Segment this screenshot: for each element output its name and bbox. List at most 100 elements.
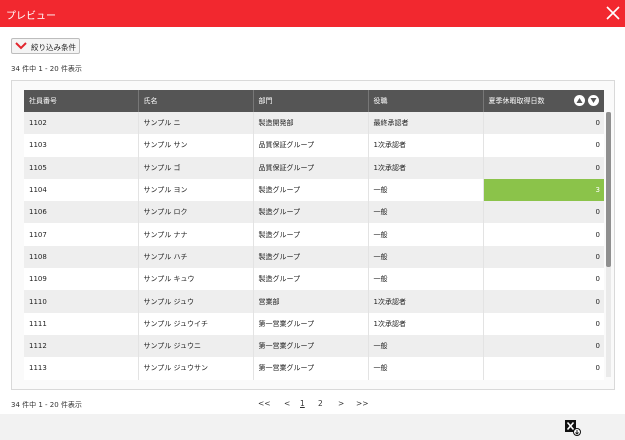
cell-name: サンプル ナナ <box>138 223 254 246</box>
table-row[interactable]: 1112 サンプル ジュウニ 第一営業グループ 一般 0 <box>24 334 604 358</box>
cell-employee-id: 1104 <box>24 178 139 202</box>
column-header-position[interactable]: 役職 <box>368 90 484 112</box>
cell-employee-id: 1113 <box>24 357 139 380</box>
cell-position: 一般 <box>368 245 484 269</box>
table-row[interactable]: 1106 サンプル ロク 製造グループ 一般 0 <box>24 201 604 224</box>
cell-position: 最終承認者 <box>368 112 484 135</box>
cell-department: 製造グループ <box>253 223 369 246</box>
cell-position: 一般 <box>368 357 484 380</box>
cell-position: 1次承認者 <box>368 156 484 179</box>
cell-employee-id: 1108 <box>24 245 139 269</box>
filter-conditions-button[interactable]: 絞り込み条件 <box>11 38 80 54</box>
cell-summer-leave-days: 0 <box>483 268 604 291</box>
table-row[interactable]: 1113 サンプル ジュウサン 第一営業グループ 一般 0 <box>24 357 604 380</box>
excel-export-icon[interactable] <box>565 420 581 436</box>
cell-position: 一般 <box>368 223 484 246</box>
table-row[interactable]: 1108 サンプル ハチ 製造グループ 一般 0 <box>24 245 604 269</box>
cell-summer-leave-days: 0 <box>483 201 604 224</box>
cell-summer-leave-days: 0 <box>483 223 604 246</box>
cell-department: 第一営業グループ <box>253 312 369 335</box>
cell-department: 製造グループ <box>253 245 369 269</box>
cell-name: サンプル サン <box>138 134 254 157</box>
cell-name: サンプル ハチ <box>138 245 254 269</box>
cell-employee-id: 1106 <box>24 201 139 224</box>
cell-name: サンプル ジュウサン <box>138 357 254 380</box>
table-scrollbar[interactable] <box>606 112 611 377</box>
pager-next[interactable]: > <box>338 399 344 408</box>
cell-employee-id: 1107 <box>24 223 139 246</box>
sort-ascending-icon[interactable] <box>574 95 585 106</box>
cell-department: 品質保証グループ <box>253 156 369 179</box>
result-count-bottom: 34 件中 1 - 20 件表示 <box>11 401 82 409</box>
cell-summer-leave-days: 0 <box>483 245 604 269</box>
pager-first[interactable]: << <box>258 399 271 408</box>
cell-name: サンプル ヨン <box>138 178 254 202</box>
cell-department: 製造グループ <box>253 201 369 224</box>
title-bar: プレビュー <box>0 0 625 27</box>
column-header-department[interactable]: 部門 <box>253 90 369 112</box>
dialog-footer <box>0 414 625 440</box>
cell-summer-leave-days: 0 <box>483 134 604 157</box>
cell-employee-id: 1112 <box>24 334 139 358</box>
cell-position: 一般 <box>368 268 484 291</box>
pager-page-2[interactable]: 2 <box>318 399 323 408</box>
cell-employee-id: 1109 <box>24 268 139 291</box>
cell-name: サンプル ゴ <box>138 156 254 179</box>
cell-summer-leave-days: 0 <box>483 290 604 313</box>
table-row[interactable]: 1107 サンプル ナナ 製造グループ 一般 0 <box>24 223 604 246</box>
cell-department: 製造グループ <box>253 268 369 291</box>
result-count-top: 34 件中 1 - 20 件表示 <box>11 65 82 73</box>
cell-employee-id: 1110 <box>24 290 139 313</box>
cell-position: 一般 <box>368 178 484 202</box>
cell-name: サンプル キュウ <box>138 268 254 291</box>
table-header-row: 社員番号 氏名 部門 役職 夏季休暇取得日数 <box>24 90 604 112</box>
table-row[interactable]: 1111 サンプル ジュウイチ 第一営業グループ 1次承認者 0 <box>24 312 604 335</box>
column-header-summer-leave-days-label: 夏季休暇取得日数 <box>488 97 545 105</box>
pager-page-1[interactable]: 1 <box>300 399 305 408</box>
pager-last[interactable]: >> <box>356 399 369 408</box>
cell-summer-leave-days: 0 <box>483 357 604 380</box>
chevron-down-icon <box>15 41 27 51</box>
cell-employee-id: 1105 <box>24 156 139 179</box>
cell-department: 営業部 <box>253 290 369 313</box>
cell-position: 一般 <box>368 201 484 224</box>
sort-descending-icon[interactable] <box>588 95 599 106</box>
filter-conditions-label: 絞り込み条件 <box>31 43 76 52</box>
close-icon[interactable] <box>605 5 621 21</box>
pager-prev[interactable]: < <box>284 399 290 408</box>
column-header-employee-id[interactable]: 社員番号 <box>24 90 139 112</box>
cell-name: サンプル ジュウイチ <box>138 312 254 335</box>
table-row[interactable]: 1110 サンプル ジュウ 営業部 1次承認者 0 <box>24 290 604 313</box>
cell-position: 1次承認者 <box>368 134 484 157</box>
cell-employee-id: 1111 <box>24 312 139 335</box>
table-row[interactable]: 1102 サンプル ニ製造開発部 最終承認者 0 <box>24 112 604 135</box>
cell-name: サンプル ジュウニ <box>138 334 254 358</box>
cell-department: 第一営業グループ <box>253 357 369 380</box>
cell-summer-leave-days: 0 <box>483 334 604 358</box>
cell-employee-id: 1103 <box>24 134 139 157</box>
cell-employee-id: 1102 <box>24 112 139 135</box>
cell-department: 第一営業グループ <box>253 334 369 358</box>
table-row[interactable]: 1104 サンプル ヨン 製造グループ 一般 3 <box>24 178 604 202</box>
cell-position: 1次承認者 <box>368 312 484 335</box>
cell-position: 1次承認者 <box>368 290 484 313</box>
cell-department: 製造グループ <box>253 178 369 202</box>
cell-summer-leave-days: 0 <box>483 112 604 135</box>
employee-table: 社員番号 氏名 部門 役職 夏季休暇取得日数 1102 サンプル ニ製造開発部 最終… <box>24 90 604 380</box>
table-row[interactable]: 1109 サンプル キュウ 製造グループ 一般 0 <box>24 268 604 291</box>
table-row[interactable]: 1103 サンプル サン 品質保証グループ 1次承認者 0 <box>24 134 604 157</box>
column-header-name[interactable]: 氏名 <box>138 90 254 112</box>
cell-department: 品質保証グループ <box>253 134 369 157</box>
cell-department: 製造開発部 <box>253 112 369 135</box>
cell-name: サンプル ジュウ <box>138 290 254 313</box>
cell-summer-leave-days: 0 <box>483 312 604 335</box>
cell-summer-leave-days: 3 <box>483 178 604 202</box>
column-header-summer-leave-days[interactable]: 夏季休暇取得日数 <box>483 90 604 112</box>
cell-summer-leave-days: 0 <box>483 156 604 179</box>
table-row[interactable]: 1105 サンプル ゴ品質保証グループ 1次承認者 0 <box>24 156 604 179</box>
window-title: プレビュー <box>6 11 56 22</box>
cell-name: サンプル ロク <box>138 201 254 224</box>
cell-name: サンプル ニ <box>138 112 254 135</box>
table-scrollbar-thumb[interactable] <box>606 112 611 267</box>
cell-position: 一般 <box>368 334 484 358</box>
